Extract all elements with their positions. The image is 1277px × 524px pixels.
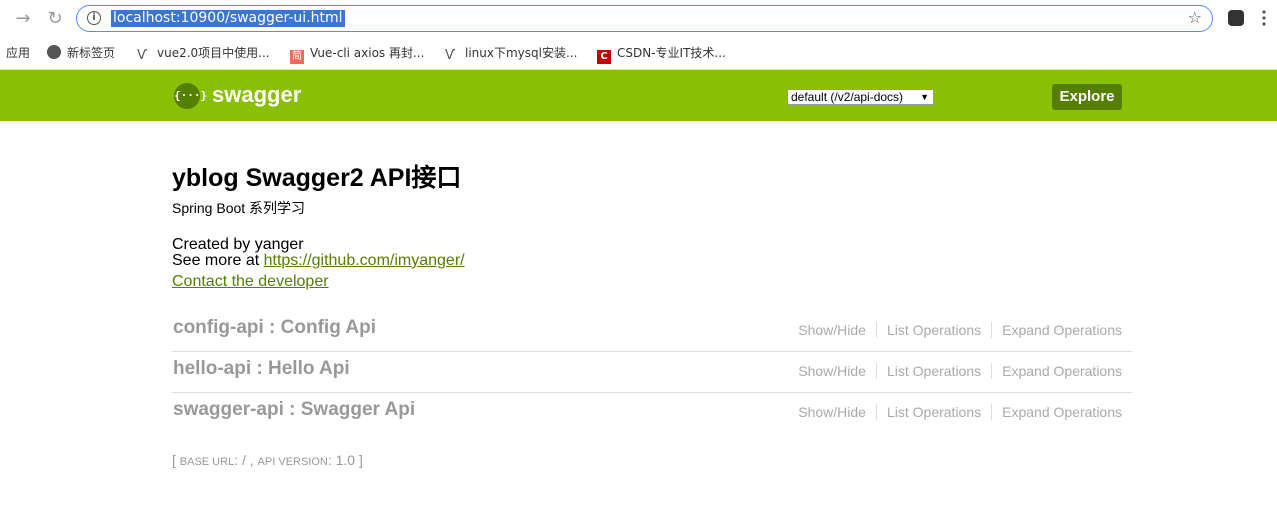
evernote-icon[interactable] bbox=[1228, 10, 1244, 26]
reload-icon[interactable]: ↻ bbox=[44, 8, 66, 30]
show-hide-link[interactable]: Show/Hide bbox=[788, 404, 877, 420]
menu-icon[interactable] bbox=[1262, 8, 1266, 28]
list-operations-link[interactable]: List Operations bbox=[876, 363, 993, 379]
explore-button[interactable]: Explore bbox=[1052, 84, 1122, 110]
contact-line: Contact the developer bbox=[172, 273, 329, 291]
resource-swagger-api: swagger-api : Swagger Api Show/Hide List … bbox=[172, 392, 1132, 433]
show-hide-link[interactable]: Show/Hide bbox=[788, 322, 877, 338]
browser-chrome: → ↻ i localhost:10900/swagger-ui.html ☆ … bbox=[0, 0, 1277, 70]
csdn-icon: C bbox=[597, 50, 611, 64]
address-bar[interactable]: i localhost:10900/swagger-ui.html ☆ bbox=[76, 5, 1213, 32]
show-hide-link[interactable]: Show/Hide bbox=[788, 363, 877, 379]
contact-developer-link[interactable]: Contact the developer bbox=[172, 273, 329, 290]
resource-name[interactable]: swagger-api : Swagger Api bbox=[173, 399, 415, 421]
swagger-title[interactable]: swagger bbox=[212, 82, 301, 108]
bookmark-vue[interactable]: Ѵvue2.0项目中使用... bbox=[137, 44, 270, 63]
see-more-line: See more at https://github.com/imyanger/ bbox=[172, 252, 465, 270]
triangle-down-icon: ▼ bbox=[920, 92, 929, 102]
swagger-header: {···} swagger default (/v2/api-docs) ▼ E… bbox=[0, 70, 1277, 121]
vue-icon: Ѵ bbox=[137, 48, 148, 63]
resource-name[interactable]: config-api : Config Api bbox=[173, 317, 376, 339]
resource-operations: Show/Hide List Operations Expand Operation… bbox=[788, 363, 1132, 379]
api-title: yblog Swagger2 API接口 bbox=[172, 164, 462, 192]
base-url-value: : / , bbox=[234, 452, 258, 468]
resource-operations: Show/Hide List Operations Expand Operation… bbox=[788, 322, 1132, 338]
list-operations-link[interactable]: List Operations bbox=[876, 322, 993, 338]
api-footer: [ base url: / , api version: 1.0 ] bbox=[172, 452, 363, 468]
expand-operations-link[interactable]: Expand Operations bbox=[992, 322, 1132, 338]
resource-operations: Show/Hide List Operations Expand Operation… bbox=[788, 404, 1132, 420]
jianshu-icon: 简 bbox=[290, 50, 304, 64]
globe-icon bbox=[47, 45, 61, 59]
api-description: Spring Boot 系列学习 bbox=[172, 200, 306, 216]
expand-operations-link[interactable]: Expand Operations bbox=[992, 363, 1132, 379]
api-version-value: : 1.0 ] bbox=[327, 452, 363, 468]
vue-icon: Ѵ bbox=[445, 48, 456, 63]
bookmark-apps[interactable]: 应用 bbox=[6, 44, 30, 61]
star-icon[interactable]: ☆ bbox=[1188, 8, 1202, 27]
bookmark-csdn[interactable]: C CSDN-专业IT技术... bbox=[597, 44, 726, 64]
swagger-logo-icon[interactable]: {···} bbox=[174, 83, 207, 109]
list-operations-link[interactable]: List Operations bbox=[876, 404, 993, 420]
bookmark-vue-cli[interactable]: 简 Vue-cli axios 再封... bbox=[290, 44, 424, 64]
bookmark-linux-mysql[interactable]: Ѵlinux下mysql安装... bbox=[445, 44, 577, 63]
api-spec-select[interactable]: default (/v2/api-docs) ▼ bbox=[787, 89, 934, 105]
github-link[interactable]: https://github.com/imyanger/ bbox=[264, 252, 465, 269]
bookmarks-bar: 应用 新标签页 Ѵvue2.0项目中使用... 简 Vue-cli axios 再… bbox=[0, 37, 1277, 65]
resource-config-api: config-api : Config Api Show/Hide List Op… bbox=[172, 310, 1132, 352]
expand-operations-link[interactable]: Expand Operations bbox=[992, 404, 1132, 420]
bookmark-new-tab[interactable]: 新标签页 bbox=[47, 44, 115, 61]
base-url-label: base url bbox=[179, 456, 235, 468]
url-text[interactable]: localhost:10900/swagger-ui.html bbox=[111, 10, 345, 27]
see-more-prefix: See more at bbox=[172, 252, 264, 269]
api-version-label: api version bbox=[257, 456, 328, 468]
resource-hello-api: hello-api : Hello Api Show/Hide List Oper… bbox=[172, 351, 1132, 393]
footer-open: [ bbox=[172, 452, 180, 468]
arrow-right-icon[interactable]: → bbox=[12, 8, 34, 30]
api-spec-select-value: default (/v2/api-docs) bbox=[791, 90, 904, 104]
info-icon[interactable]: i bbox=[87, 11, 101, 25]
resource-name[interactable]: hello-api : Hello Api bbox=[173, 358, 350, 380]
